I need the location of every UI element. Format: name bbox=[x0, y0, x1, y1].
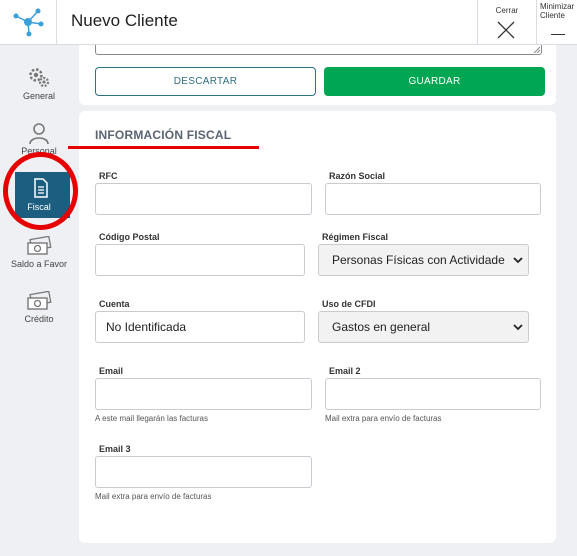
razon-social-field[interactable] bbox=[325, 183, 541, 215]
sidebar-item-label: General bbox=[22, 91, 56, 101]
cuenta-label: Cuenta bbox=[99, 299, 130, 309]
sidebar-item-general[interactable]: General bbox=[0, 66, 78, 116]
sidebar-item-saldo-a-favor[interactable]: Saldo a Favor bbox=[0, 236, 78, 286]
cash-icon bbox=[27, 291, 52, 310]
person-icon bbox=[29, 123, 49, 145]
sidebar: General Personal Fiscal Saldo a Favor Cr… bbox=[0, 46, 78, 556]
razon-social-label: Razón Social bbox=[329, 171, 386, 181]
regimen-fiscal-select[interactable]: Personas Físicas con Actividade bbox=[318, 244, 529, 276]
email2-label: Email 2 bbox=[329, 366, 361, 376]
codigo-postal-label: Código Postal bbox=[99, 232, 160, 242]
sidebar-item-label: Crédito bbox=[24, 314, 54, 324]
email-hint: A este mail llegarán las facturas bbox=[95, 414, 208, 423]
email2-hint: Mail extra para envío de facturas bbox=[325, 414, 442, 423]
sidebar-item-credito[interactable]: Crédito bbox=[0, 291, 78, 341]
email3-label: Email 3 bbox=[99, 444, 131, 454]
app-logo-icon[interactable] bbox=[8, 4, 48, 40]
chevron-down-icon bbox=[513, 324, 523, 331]
uso-cfdi-label: Uso de CFDI bbox=[322, 299, 376, 309]
email-label: Email bbox=[99, 366, 124, 376]
fiscal-card: INFORMACIÓN FISCAL RFC Razón Social Códi… bbox=[79, 111, 556, 543]
minimize-icon bbox=[551, 34, 565, 35]
close-button[interactable]: Cerrar bbox=[478, 0, 536, 45]
email-field[interactable] bbox=[95, 378, 312, 410]
cuenta-field[interactable]: No Identificada bbox=[95, 311, 305, 343]
minimize-button[interactable]: Minimizar Cliente bbox=[537, 0, 577, 45]
actions-card: DESCARTAR GUARDAR bbox=[79, 45, 556, 105]
gears-icon bbox=[29, 68, 50, 88]
uso-cfdi-value: Gastos en general bbox=[332, 320, 431, 334]
close-icon bbox=[497, 21, 515, 39]
textarea[interactable] bbox=[95, 45, 542, 55]
email3-field[interactable] bbox=[95, 456, 312, 488]
minimize-label: Minimizar Cliente bbox=[540, 2, 575, 20]
regimen-fiscal-value: Personas Físicas con Actividade bbox=[332, 253, 505, 267]
email2-field[interactable] bbox=[325, 378, 541, 410]
page-title: Nuevo Cliente bbox=[71, 11, 178, 30]
discard-button[interactable]: DESCARTAR bbox=[95, 67, 316, 96]
resize-handle-icon[interactable] bbox=[533, 46, 540, 53]
rfc-label: RFC bbox=[99, 171, 118, 181]
uso-cfdi-select[interactable]: Gastos en general bbox=[318, 311, 529, 343]
annotation-circle bbox=[3, 152, 78, 230]
regimen-fiscal-label: Régimen Fiscal bbox=[322, 232, 389, 242]
annotation-underline bbox=[68, 146, 259, 149]
top-bar: Nuevo Cliente Cerrar Minimizar Cliente bbox=[0, 0, 577, 45]
cash-icon bbox=[27, 236, 52, 255]
codigo-postal-field[interactable] bbox=[95, 244, 305, 276]
chevron-down-icon bbox=[513, 257, 523, 264]
save-button[interactable]: GUARDAR bbox=[324, 67, 545, 96]
email3-hint: Mail extra para envío de facturas bbox=[95, 492, 212, 501]
divider bbox=[56, 0, 57, 45]
sidebar-item-label: Saldo a Favor bbox=[10, 259, 68, 269]
section-title: INFORMACIÓN FISCAL bbox=[95, 128, 232, 142]
close-label: Cerrar bbox=[495, 6, 519, 15]
rfc-field[interactable] bbox=[95, 183, 312, 215]
